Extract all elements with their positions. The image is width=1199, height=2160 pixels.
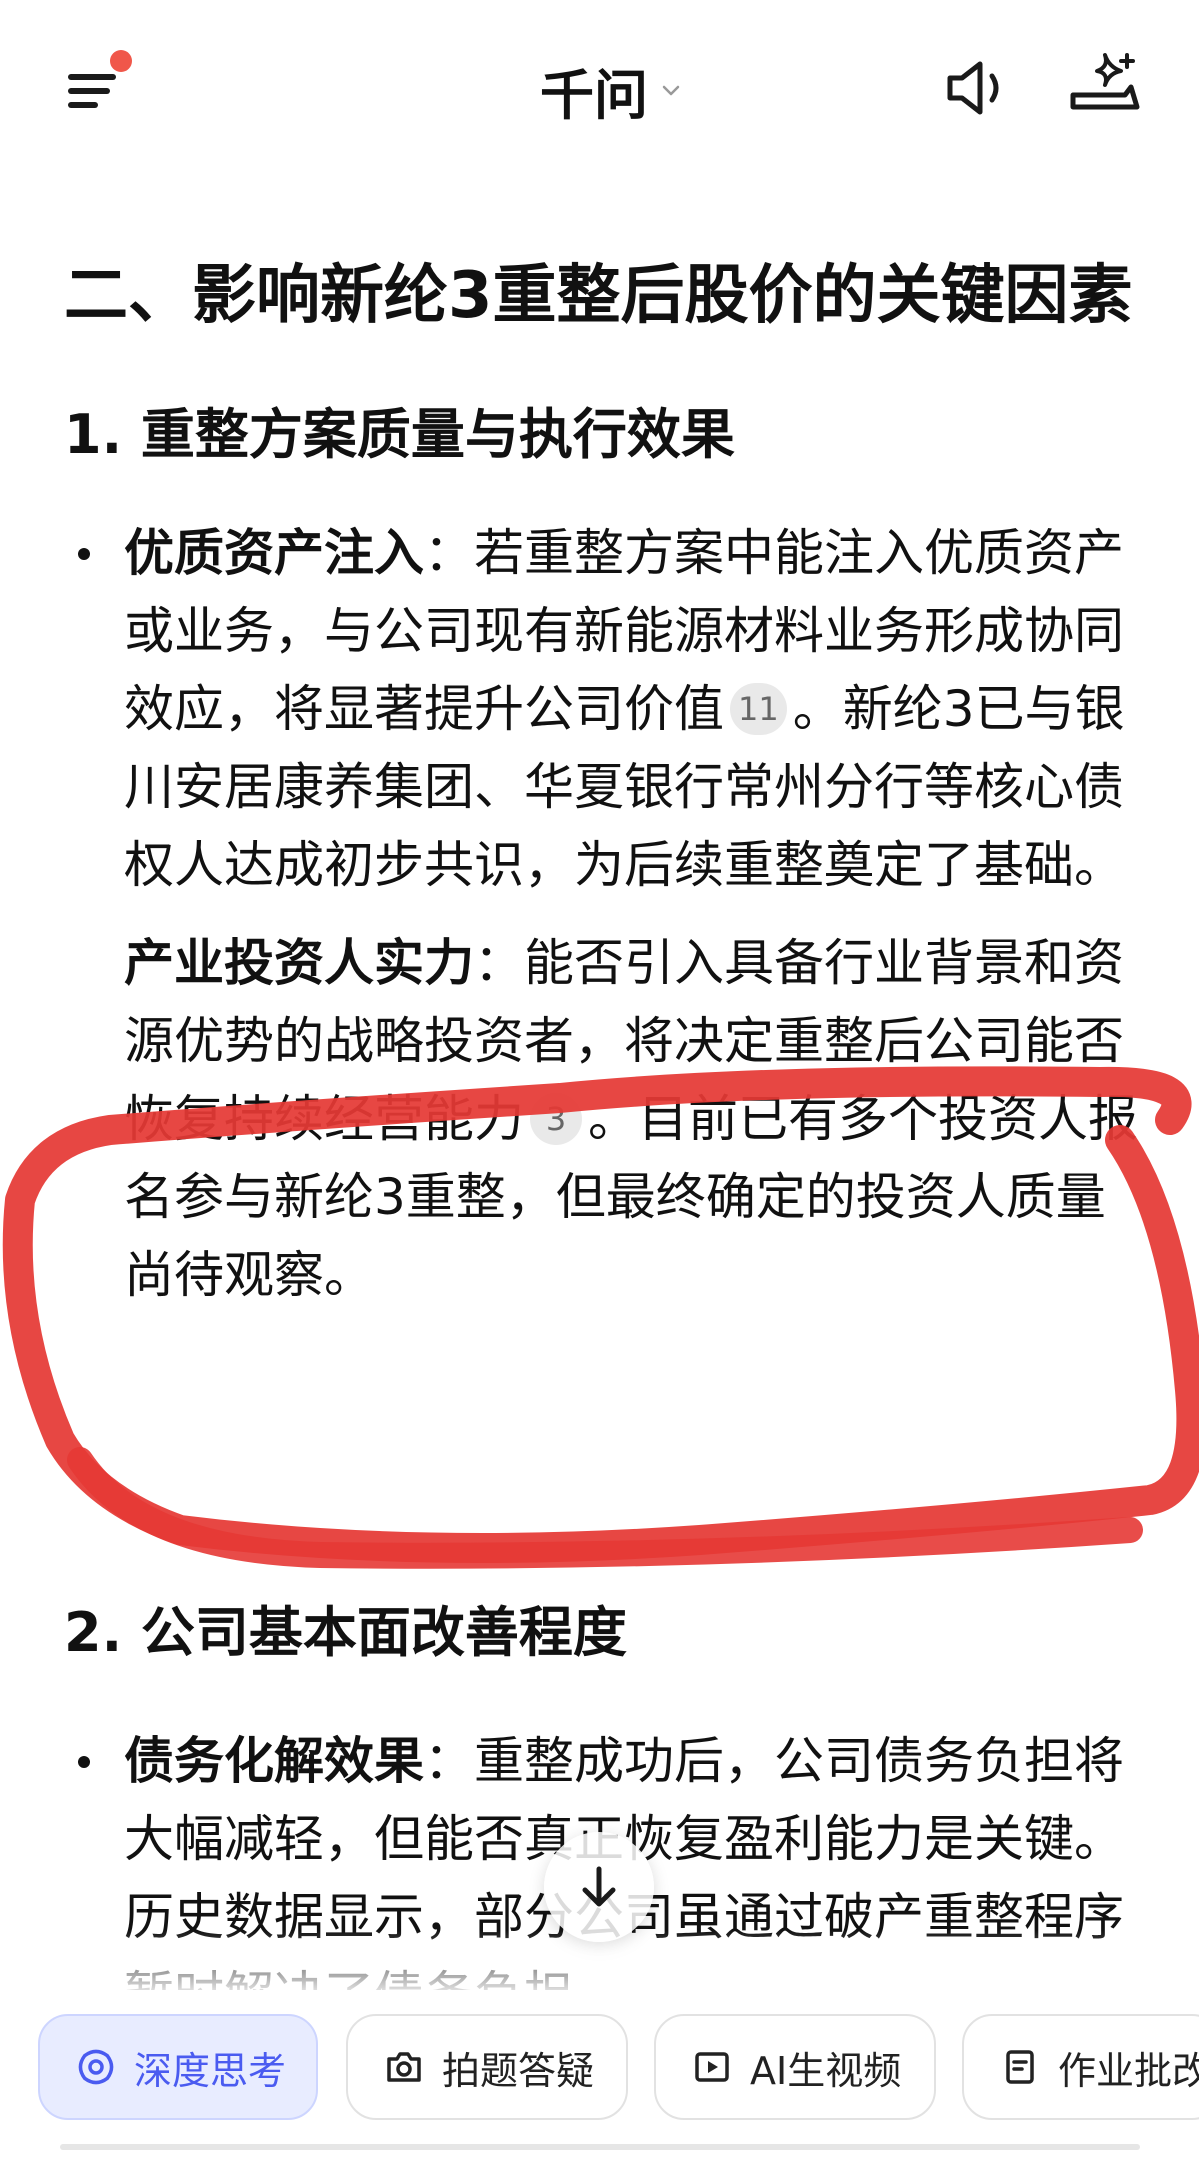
citation-badge[interactable]: 11 [730, 683, 787, 735]
list-item: 优质资产注入：若重整方案中能注入优质资产或业务，与公司现有新能源材料业务形成协同… [64, 514, 1144, 904]
chip-ai-video[interactable]: AI生视频 [654, 2014, 936, 2120]
bullet-label: 债务化解效果 [124, 1732, 424, 1790]
chip-homework-grading[interactable]: 作业批改 [962, 2014, 1199, 2120]
subsection-heading-1: 1. 重整方案质量与执行效果 [64, 403, 735, 466]
chip-label: 深度思考 [134, 2048, 287, 2093]
notification-dot [110, 50, 132, 72]
home-indicator [60, 2144, 1140, 2150]
citation-badge[interactable]: 3 [530, 1093, 582, 1145]
homework-icon [1006, 2050, 1034, 2084]
top-bar: 千问 [0, 0, 1199, 170]
chip-deep-think[interactable]: 深度思考 [38, 2014, 318, 2120]
chip-label: 作业批改 [1058, 2048, 1199, 2093]
bullet-dot [78, 548, 90, 560]
deep-think-icon [78, 2049, 114, 2085]
model-selector[interactable]: 千问 [540, 50, 682, 130]
speaker-icon[interactable] [940, 48, 1020, 128]
subsection-heading-2: 2. 公司基本面改善程度 [64, 1601, 627, 1664]
bullet-label: 优质资产注入 [124, 524, 424, 582]
bullet-dot [78, 1756, 90, 1768]
video-icon [695, 2052, 729, 2082]
bullet-list-1: 优质资产注入：若重整方案中能注入优质资产或业务，与公司现有新能源材料业务形成协同… [64, 514, 1144, 1314]
menu-icon [68, 74, 116, 80]
section-heading: 二、影响新纶3重整后股价的关键因素 [64, 259, 1133, 333]
arrow-down-icon [582, 1866, 616, 1907]
list-item: 产业投资人实力：能否引入具备行业背景和资源优势的战略投资者，将决定重整后公司能否… [64, 924, 1144, 1314]
quick-actions-bar: 深度思考 拍题答疑 AI生视频 作业批改 [0, 1990, 1199, 2160]
scroll-to-bottom-button[interactable] [544, 1832, 654, 1942]
menu-icon-line [68, 88, 110, 94]
menu-icon-line [68, 102, 98, 108]
chip-photo-answer[interactable]: 拍题答疑 [346, 2014, 628, 2120]
camera-icon [387, 2052, 421, 2082]
app-title: 千问 [540, 63, 648, 127]
new-chat-sparkle-icon[interactable] [1065, 45, 1145, 125]
bullet-label: 产业投资人实力 [124, 934, 474, 992]
menu-button[interactable] [60, 50, 140, 130]
chevron-down-icon [662, 85, 680, 96]
chip-label: AI生视频 [750, 2048, 902, 2093]
answer-content: 二、影响新纶3重整后股价的关键因素 1. 重整方案质量与执行效果 优质资产注入：… [64, 250, 1144, 1334]
chip-label: 拍题答疑 [442, 2048, 595, 2093]
